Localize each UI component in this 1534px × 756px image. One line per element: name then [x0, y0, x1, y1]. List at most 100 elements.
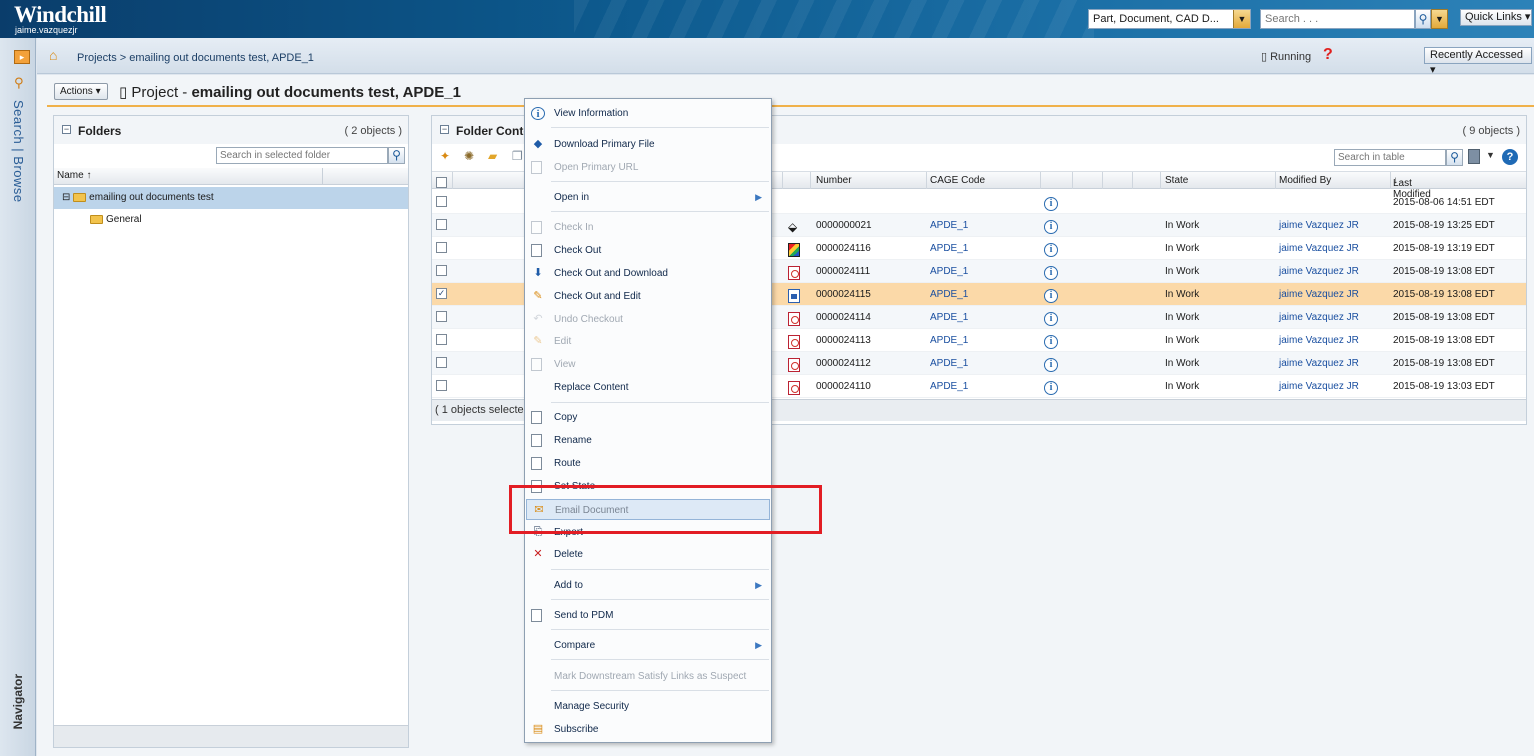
new-folder-icon[interactable]: ▰ — [488, 150, 502, 162]
row-modified-by-link[interactable]: jaime Vazquez JR — [1279, 312, 1359, 323]
row-cage-code-link[interactable]: APDE_1 — [930, 243, 968, 254]
info-icon[interactable]: i — [1044, 243, 1058, 257]
search-options-chevron-icon[interactable]: ▼ — [1431, 9, 1448, 29]
column-divider — [1040, 172, 1041, 189]
url-document-icon — [531, 161, 542, 174]
info-icon[interactable]: i — [1044, 312, 1058, 326]
select-all-checkbox[interactable] — [436, 177, 447, 188]
menu-item-subscribe[interactable]: ▤ Subscribe — [526, 719, 770, 740]
row-cage-code-link[interactable]: APDE_1 — [930, 312, 968, 323]
new-part-icon[interactable]: ✺ — [464, 150, 478, 162]
row-modified-by-link[interactable]: jaime Vazquez JR — [1279, 220, 1359, 231]
info-icon[interactable]: i — [1044, 197, 1058, 211]
running-label: Running — [1270, 51, 1312, 63]
number-column-header[interactable]: Number — [816, 175, 852, 186]
menu-item-add-to[interactable]: Add to ▶ — [526, 575, 770, 596]
actions-button[interactable]: Actions ▾ — [54, 83, 108, 100]
table-help-icon[interactable]: ? — [1502, 149, 1518, 165]
menu-item-label: Delete — [554, 549, 583, 560]
folder-search-icon[interactable]: ⚲ — [388, 147, 405, 164]
recently-accessed-button[interactable]: Recently Accessed ▾ — [1424, 47, 1532, 76]
row-cage-code-link[interactable]: APDE_1 — [930, 335, 968, 346]
row-checkbox[interactable] — [436, 380, 447, 391]
menu-item-view-information[interactable]: i View Information — [526, 103, 770, 124]
tree-item-general[interactable]: General — [54, 209, 408, 231]
modified-by-column-header[interactable]: Modified By — [1279, 175, 1331, 186]
row-checkbox[interactable] — [436, 334, 447, 345]
search-type-select[interactable]: Part, Document, CAD D... ▼ — [1088, 9, 1251, 29]
row-modified-by-link[interactable]: jaime Vazquez JR — [1279, 335, 1359, 346]
menu-item-check-out-and-edit[interactable]: ✎ Check Out and Edit — [526, 286, 770, 307]
row-modified-by-link[interactable]: jaime Vazquez JR — [1279, 243, 1359, 254]
table-search-icon[interactable]: ⚲ — [1446, 149, 1463, 166]
info-icon[interactable]: i — [1044, 266, 1058, 280]
menu-item-download-primary-file[interactable]: ◆ Download Primary File — [526, 134, 770, 155]
menu-item-delete[interactable]: ✕ Delete — [526, 544, 770, 565]
menu-item-label: View Information — [554, 108, 629, 119]
tree-item-project[interactable]: ⊟ emailing out documents test — [54, 187, 408, 209]
menu-item-check-out-and-download[interactable]: ⬇ Check Out and Download — [526, 263, 770, 284]
row-checkbox[interactable]: ✓ — [436, 288, 447, 299]
row-checkbox[interactable] — [436, 219, 447, 230]
quick-links-button[interactable]: Quick Links ▾ — [1460, 9, 1532, 26]
row-cage-code-link[interactable]: APDE_1 — [930, 381, 968, 392]
row-cage-code-link[interactable]: APDE_1 — [930, 289, 968, 300]
info-icon[interactable]: i — [1044, 358, 1058, 372]
chevron-down-icon[interactable]: ▼ — [1233, 10, 1250, 28]
row-checkbox[interactable] — [436, 196, 447, 207]
menu-item-manage-security[interactable]: Manage Security — [526, 696, 770, 717]
table-search-input[interactable] — [1334, 149, 1446, 166]
table-view-icon[interactable] — [1468, 149, 1480, 164]
table-options-chevron-icon[interactable]: ▼ — [1486, 150, 1495, 160]
row-checkbox[interactable] — [436, 265, 447, 276]
menu-item-check-out[interactable]: Check Out — [526, 240, 770, 261]
row-modified-by-link[interactable]: jaime Vazquez JR — [1279, 266, 1359, 277]
row-cage-code-link[interactable]: APDE_1 — [930, 358, 968, 369]
help-icon[interactable]: ? — [1323, 46, 1333, 64]
menu-item-copy[interactable]: Copy — [526, 407, 770, 428]
row-checkbox[interactable] — [436, 242, 447, 253]
row-checkbox[interactable] — [436, 357, 447, 368]
menu-item-label: Check Out — [554, 245, 602, 256]
menu-item-rename[interactable]: Rename — [526, 430, 770, 451]
menu-item-label: Replace Content — [554, 382, 629, 393]
search-icon[interactable]: ⚲ — [1415, 9, 1431, 29]
row-modified-by-link[interactable]: jaime Vazquez JR — [1279, 358, 1359, 369]
menu-item-compare[interactable]: Compare ▶ — [526, 635, 770, 656]
last-modified-column-header[interactable]: Last Modified ↓ — [1393, 175, 1431, 200]
row-number: 0000024113 — [816, 335, 871, 346]
menu-item-open-in[interactable]: Open in ▶ — [526, 187, 770, 208]
row-number: 0000024110 — [816, 381, 871, 392]
breadcrumb-bar: ⌂ Projects > emailing out documents test… — [37, 38, 1534, 76]
row-cage-code-link[interactable]: APDE_1 — [930, 220, 968, 231]
expand-navigator-icon[interactable]: ▸ — [14, 50, 30, 64]
menu-item-route[interactable]: Route — [526, 453, 770, 474]
new-document-icon[interactable]: ✦ — [440, 150, 454, 162]
menu-item-edit: ✎ Edit — [526, 331, 770, 352]
row-modified-by-link[interactable]: jaime Vazquez JR — [1279, 381, 1359, 392]
cage-column-header[interactable]: CAGE Code — [930, 175, 985, 186]
running-status[interactable]: ▯ Running — [1261, 50, 1311, 63]
info-icon[interactable]: i — [1044, 220, 1058, 234]
home-icon[interactable]: ⌂ — [49, 47, 57, 63]
info-icon[interactable]: i — [1044, 335, 1058, 349]
menu-item-send-to-pdm[interactable]: Send to PDM — [526, 605, 770, 626]
info-icon[interactable]: i — [1044, 289, 1058, 303]
breadcrumb[interactable]: Projects > emailing out documents test, … — [77, 52, 314, 64]
info-icon[interactable]: i — [1044, 381, 1058, 395]
folder-search-input[interactable] — [216, 147, 388, 164]
row-last-modified: 2015-08-19 13:19 EDT — [1393, 243, 1495, 254]
global-search-input[interactable] — [1260, 9, 1415, 29]
collapse-folders-icon[interactable]: − — [62, 125, 71, 134]
page-title-prefix: Project - — [131, 84, 192, 101]
row-modified-by-link[interactable]: jaime Vazquez JR — [1279, 289, 1359, 300]
row-checkbox[interactable] — [436, 311, 447, 322]
state-column-header[interactable]: State — [1165, 175, 1188, 186]
project-folder-icon — [73, 192, 87, 202]
navigator-search-icon[interactable]: ⚲ — [14, 75, 24, 91]
row-cage-code-link[interactable]: APDE_1 — [930, 266, 968, 277]
navigator-search-browse-link[interactable]: Search | Browse — [11, 100, 26, 203]
collapse-contents-icon[interactable]: − — [440, 125, 449, 134]
menu-item-replace-content[interactable]: Replace Content — [526, 377, 770, 398]
folders-name-column[interactable]: Name ↑ — [54, 168, 408, 185]
